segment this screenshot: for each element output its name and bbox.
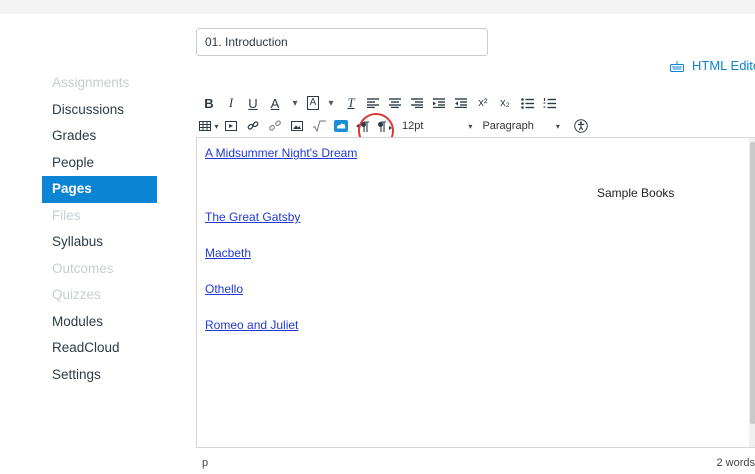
accessibility-checker-button[interactable]: [570, 116, 592, 136]
page-title-input[interactable]: [196, 28, 488, 56]
subscript-button[interactable]: x₂: [494, 93, 516, 113]
editor-scrollbar-thumb[interactable]: [750, 142, 755, 424]
accessibility-icon: [574, 119, 588, 133]
align-left-button[interactable]: [362, 93, 384, 113]
align-right-button[interactable]: [406, 93, 428, 113]
rich-content-editor[interactable]: A Midsummer Night's Dream Sample Books T…: [196, 137, 755, 448]
link-midsummer[interactable]: A Midsummer Night's Dream: [205, 146, 357, 160]
readcloud-icon: [334, 120, 348, 132]
format-select[interactable]: ▾ Paragraph ▾: [465, 116, 559, 136]
clear-formatting-button[interactable]: T: [340, 93, 362, 113]
editor-toolbar: B I U A ▾ A ▾ T x² x₂ ▾ 12pt ▾ Paragraph…: [198, 93, 755, 136]
underline-button[interactable]: U: [242, 93, 264, 113]
equation-icon: [313, 120, 326, 132]
align-center-icon: [389, 98, 401, 108]
align-right-icon: [411, 98, 423, 108]
nav-modules[interactable]: Modules: [42, 309, 157, 336]
unlink-icon: [269, 120, 281, 131]
table-dropdown-icon: ▾: [214, 121, 219, 131]
numbered-list-icon: [543, 97, 556, 108]
nav-pages[interactable]: Pages: [42, 176, 157, 203]
outdent-icon: [455, 98, 467, 108]
equation-button[interactable]: [308, 116, 330, 136]
font-size-select[interactable]: 12pt: [402, 116, 423, 136]
editor-scrollbar[interactable]: [749, 138, 755, 447]
table-icon: [199, 121, 212, 131]
nav-quizzes[interactable]: Quizzes: [42, 282, 157, 309]
nav-outcomes[interactable]: Outcomes: [42, 256, 157, 283]
ltr-icon: [356, 120, 369, 132]
nav-syllabus[interactable]: Syllabus: [42, 229, 157, 256]
toolbar-row-2: ▾ 12pt ▾ Paragraph ▾: [198, 116, 755, 136]
word-count: 2 words: [716, 457, 755, 469]
align-left-icon: [367, 98, 379, 108]
link-icon: [247, 121, 259, 130]
course-navigation: Assignments Discussions Grades People Pa…: [42, 70, 157, 388]
indent-icon: [433, 98, 445, 108]
rtl-icon: [378, 120, 392, 132]
media-icon: [225, 121, 237, 131]
html-editor-link[interactable]: HTML Edito: [670, 58, 755, 75]
align-center-button[interactable]: [384, 93, 406, 113]
background-color-button[interactable]: A: [304, 93, 322, 113]
format-dropdown-icon: ▾: [555, 121, 560, 131]
superscript-button[interactable]: x²: [472, 93, 494, 113]
ltr-button[interactable]: [352, 116, 374, 136]
toolbar-row-1: B I U A ▾ A ▾ T x² x₂: [198, 93, 755, 113]
link-romeo-and-juliet[interactable]: Romeo and Juliet: [205, 318, 298, 332]
background-color-label: A: [306, 96, 320, 110]
html-editor-label: HTML Edito: [692, 58, 755, 73]
font-color-button[interactable]: A: [264, 93, 286, 113]
top-band: [0, 0, 755, 14]
media-button[interactable]: [220, 116, 242, 136]
bold-button[interactable]: B: [198, 93, 220, 113]
sample-books-text: Sample Books: [597, 186, 675, 200]
indent-button[interactable]: [428, 93, 450, 113]
numbered-list-button[interactable]: [538, 93, 560, 113]
bullet-list-button[interactable]: [516, 93, 538, 113]
nav-settings[interactable]: Settings: [42, 362, 157, 389]
image-icon: [291, 121, 303, 131]
link-othello[interactable]: Othello: [205, 282, 243, 296]
keyboard-icon: [670, 60, 684, 75]
font-size-dropdown-icon: ▾: [468, 121, 473, 131]
nav-files[interactable]: Files: [42, 203, 157, 230]
nav-readcloud[interactable]: ReadCloud: [42, 335, 157, 362]
element-path[interactable]: p: [202, 457, 208, 469]
nav-discussions[interactable]: Discussions: [42, 97, 157, 124]
nav-people[interactable]: People: [42, 150, 157, 177]
font-color-dropdown[interactable]: ▾: [286, 93, 304, 113]
font-size-value: 12pt: [402, 120, 424, 132]
format-value: Paragraph: [482, 120, 534, 132]
bullet-list-icon: [520, 97, 534, 109]
link-button[interactable]: [242, 116, 264, 136]
link-macbeth[interactable]: Macbeth: [205, 246, 251, 260]
nav-grades[interactable]: Grades: [42, 123, 157, 150]
unlink-button[interactable]: [264, 116, 286, 136]
nav-assignments[interactable]: Assignments: [42, 70, 157, 97]
image-button[interactable]: [286, 116, 308, 136]
outdent-button[interactable]: [450, 93, 472, 113]
table-button[interactable]: ▾: [198, 116, 220, 136]
readcloud-tool-button[interactable]: [330, 116, 352, 136]
italic-button[interactable]: I: [220, 93, 242, 113]
background-color-dropdown[interactable]: ▾: [322, 93, 340, 113]
link-great-gatsby[interactable]: The Great Gatsby: [205, 210, 300, 224]
rtl-button[interactable]: [374, 116, 396, 136]
